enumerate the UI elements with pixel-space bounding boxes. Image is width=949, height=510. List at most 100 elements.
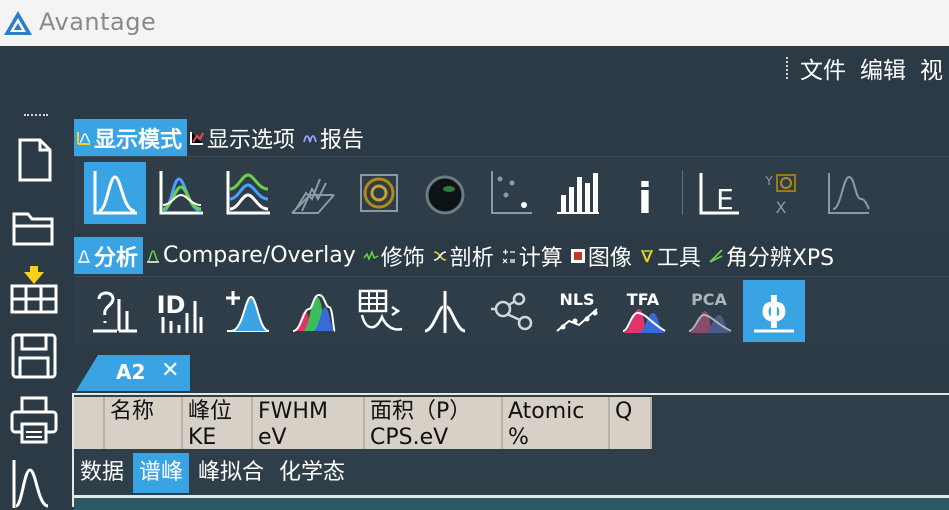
single-spectrum-icon <box>93 171 137 215</box>
sphere-view-button[interactable] <box>414 162 476 224</box>
menu-grip-icon[interactable] <box>786 57 790 79</box>
spectrum-view-strip <box>74 495 949 510</box>
title-bar: Avantage <box>0 0 949 46</box>
column-header-fwhm[interactable]: FWHM eV <box>253 397 365 449</box>
tab-arxps[interactable]: 角分辨XPS <box>706 237 839 274</box>
tab-display-options[interactable]: 显示选项 <box>187 119 300 156</box>
peak-search-icon <box>93 291 137 333</box>
tab-label: 计算 <box>518 245 563 271</box>
menu-item-view[interactable]: 视 <box>920 51 943 85</box>
3d-view-button[interactable] <box>281 162 343 224</box>
nls-fit-button[interactable]: NLS <box>546 280 608 342</box>
tab-compare-overlay[interactable]: Compare/Overlay <box>143 237 361 274</box>
stacked-spectra-button[interactable] <box>217 162 279 224</box>
pca-icon: PCA <box>688 290 732 333</box>
arxps-icon <box>709 248 723 263</box>
molecule-icon <box>491 292 533 331</box>
tab-image[interactable]: 图像 <box>568 237 637 274</box>
peak-fit-button[interactable] <box>282 280 344 342</box>
yx-plot-button[interactable]: YX <box>750 162 812 224</box>
analysis-toolbar: ID NLS TFA PCA ϕ <box>74 276 949 345</box>
tab-label: 角分辨XPS <box>725 245 835 271</box>
column-header-atomic-percent[interactable]: Atomic % <box>503 397 610 449</box>
column-header-q[interactable]: Q <box>610 397 652 449</box>
analysis-icon <box>78 249 90 263</box>
tab-peak-fit[interactable]: 峰拟合 <box>192 453 270 493</box>
open-folder-icon[interactable] <box>8 200 60 252</box>
peak-table-header: 名称 峰位 KE FWHM eV 面积（P） CPS.eV Atomic % Q <box>74 397 652 449</box>
display-tabs: 显示模式 显示选项 报告 <box>74 119 369 156</box>
column-header-area[interactable]: 面积（P） CPS.eV <box>365 397 503 449</box>
overlay-spectra-icon <box>159 171 203 215</box>
close-icon[interactable]: ✕ <box>161 358 179 383</box>
profile-icon <box>433 250 446 261</box>
svg-text:X: X <box>776 198 787 217</box>
tab-tools[interactable]: 工具 <box>637 237 706 274</box>
add-peak-button[interactable] <box>216 280 278 342</box>
tab-label: 显示模式 <box>94 127 183 153</box>
contour-map-icon <box>360 174 398 212</box>
compare-overlay-icon <box>147 249 160 263</box>
tab-modify[interactable]: 修饰 <box>361 237 430 274</box>
contour-map-button[interactable] <box>348 162 410 224</box>
tab-report[interactable]: 报告 <box>300 119 369 156</box>
molecule-button[interactable] <box>480 280 542 342</box>
overlay-spectra-button[interactable] <box>150 162 212 224</box>
column-header-peak-position[interactable]: 峰位 KE <box>183 397 253 449</box>
tab-profile[interactable]: 剖析 <box>430 237 499 274</box>
document-tab[interactable]: A2 ✕ <box>76 355 190 391</box>
tab-label: 修饰 <box>380 245 425 271</box>
scatter-plot-button[interactable] <box>479 162 541 224</box>
pca-button[interactable]: PCA <box>678 280 740 342</box>
peak-id-icon: ID <box>157 291 203 333</box>
peak-table-panel: 名称 峰位 KE FWHM eV 面积（P） CPS.eV Atomic % Q… <box>72 393 949 510</box>
column-header-name[interactable]: 名称 <box>105 397 183 449</box>
svg-text:Y: Y <box>764 174 773 188</box>
yx-plot-icon: YX <box>764 174 796 217</box>
peak-search-button[interactable] <box>84 280 146 342</box>
phi-button[interactable]: ϕ <box>743 280 805 342</box>
toolbar-grip[interactable] <box>24 114 48 116</box>
tab-analysis[interactable]: 分析 <box>74 237 144 274</box>
tab-peaks[interactable]: 谱峰 <box>133 453 190 493</box>
spectrum-icon[interactable] <box>8 456 60 508</box>
display-options-icon <box>190 131 204 145</box>
peak-id-button[interactable]: ID <box>150 280 212 342</box>
spectrum-table-icon <box>358 289 403 331</box>
menu-item-edit[interactable]: 编辑 <box>860 51 906 85</box>
app-title: Avantage <box>39 8 157 36</box>
tab-data[interactable]: 数据 <box>74 453 130 493</box>
modify-icon <box>363 249 379 261</box>
3d-view-icon <box>291 178 335 214</box>
analysis-tabs: 分析 Compare/Overlay 修饰 剖析 计算 图像 工具 角分辨XPS <box>74 237 839 274</box>
menu-bar: 文件 编辑 视 <box>786 51 949 85</box>
tab-display-mode[interactable]: 显示模式 <box>74 119 188 156</box>
stacked-spectra-icon <box>226 171 270 215</box>
svg-text:ID: ID <box>157 291 185 319</box>
peak-fit-icon <box>292 293 336 332</box>
energy-axis-button[interactable]: E <box>686 162 748 224</box>
tab-calculate[interactable]: 计算 <box>499 237 568 274</box>
tab-label: 报告 <box>320 127 365 153</box>
save-icon[interactable] <box>8 330 60 382</box>
spectrum-table-button[interactable] <box>349 280 411 342</box>
peak-split-button[interactable] <box>414 280 476 342</box>
nls-fit-icon: NLS <box>556 290 598 332</box>
single-spectrum-button[interactable] <box>84 162 146 224</box>
print-icon[interactable] <box>8 394 60 446</box>
menu-item-file[interactable]: 文件 <box>800 51 846 85</box>
toolbar-separator <box>682 171 683 215</box>
tab-chemical-state[interactable]: 化学态 <box>273 453 351 493</box>
row-header-column[interactable] <box>74 397 105 449</box>
display-mode-icon <box>77 131 91 145</box>
bar-chart-button[interactable] <box>546 162 608 224</box>
derivative-button[interactable] <box>816 162 878 224</box>
peak-split-icon <box>424 291 466 333</box>
tfa-button[interactable]: TFA <box>612 280 674 342</box>
avantage-logo-icon <box>4 11 32 35</box>
svg-text:PCA: PCA <box>691 290 727 309</box>
info-button[interactable]: i <box>614 162 676 224</box>
scatter-plot-icon <box>491 171 532 214</box>
new-file-icon[interactable] <box>8 134 60 186</box>
import-grid-icon[interactable] <box>8 266 60 318</box>
